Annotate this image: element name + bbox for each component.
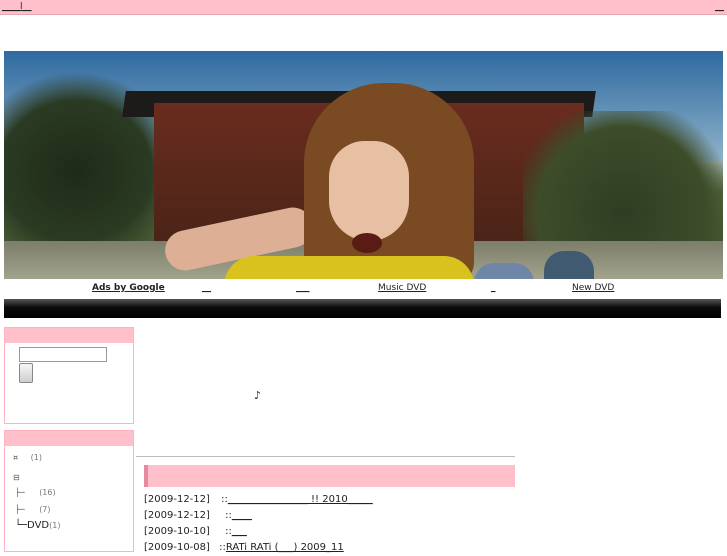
- ads-by-google-link[interactable]: Ads by Google: [92, 283, 165, 293]
- nav-link-new-dvd[interactable]: New DVD: [572, 283, 614, 293]
- category-item[interactable]: ├─ (7): [15, 505, 51, 514]
- menu-bar: [4, 299, 721, 318]
- entry-title-link[interactable]: ________________ !! 2010_____: [228, 494, 373, 505]
- nav-link-2[interactable]: ___: [296, 283, 310, 293]
- nav-link-music-dvd[interactable]: Music DVD: [378, 283, 426, 293]
- tree-branch-icon: ├─: [15, 488, 25, 497]
- category-item[interactable]: ├─ (16): [15, 488, 56, 497]
- hero-banner-image: [4, 51, 723, 279]
- site-name-link[interactable]: ____l__: [2, 2, 32, 12]
- category-item[interactable]: ¤ (1): [13, 453, 42, 462]
- tree-branch-icon: ├─: [15, 505, 25, 514]
- entry-title-link[interactable]: RATi RATi (___) 2009_11: [226, 542, 344, 553]
- entry-row: [2009-12-12] ::________________ !! 2010_…: [144, 494, 373, 505]
- category-item-dvd[interactable]: └─DVD(1): [15, 520, 60, 531]
- nav-link-1[interactable]: __: [202, 283, 211, 293]
- search-panel-header: [5, 328, 133, 343]
- entry-title-link[interactable]: ____: [232, 510, 252, 521]
- entry-row: [2009-10-10] ::___: [144, 526, 247, 537]
- recent-entries-list: [2009-12-12] ::________________ !! 2010_…: [144, 492, 373, 556]
- content-divider: [136, 456, 515, 457]
- entry-title-link[interactable]: ___: [232, 526, 247, 537]
- search-button[interactable]: [19, 363, 33, 383]
- tree-end-icon: └─: [15, 520, 28, 531]
- search-panel: [4, 327, 134, 424]
- music-note-icon: ♪: [254, 389, 262, 402]
- entry-row: [2009-10-08] ::RATi RATi (___) 2009_11: [144, 542, 344, 553]
- search-input[interactable]: [19, 347, 107, 362]
- category-panel: ¤ (1) ⊟ ├─ (16) ├─ (7) └─DVD(1): [4, 430, 134, 552]
- nav-row: Ads by Google __ ___ Music DVD _ New DVD: [0, 282, 727, 296]
- top-bar: ____l__ __: [0, 0, 727, 15]
- collapse-icon[interactable]: ⊟: [13, 473, 20, 482]
- entry-row: [2009-12-12] ::____: [144, 510, 252, 521]
- category-folder[interactable]: ⊟: [13, 473, 20, 482]
- nav-link-4[interactable]: _: [491, 283, 496, 293]
- category-panel-header: [5, 431, 133, 446]
- category-bullet-icon: ¤: [13, 453, 19, 462]
- top-right-link[interactable]: __: [715, 2, 724, 12]
- entries-header: [144, 465, 515, 487]
